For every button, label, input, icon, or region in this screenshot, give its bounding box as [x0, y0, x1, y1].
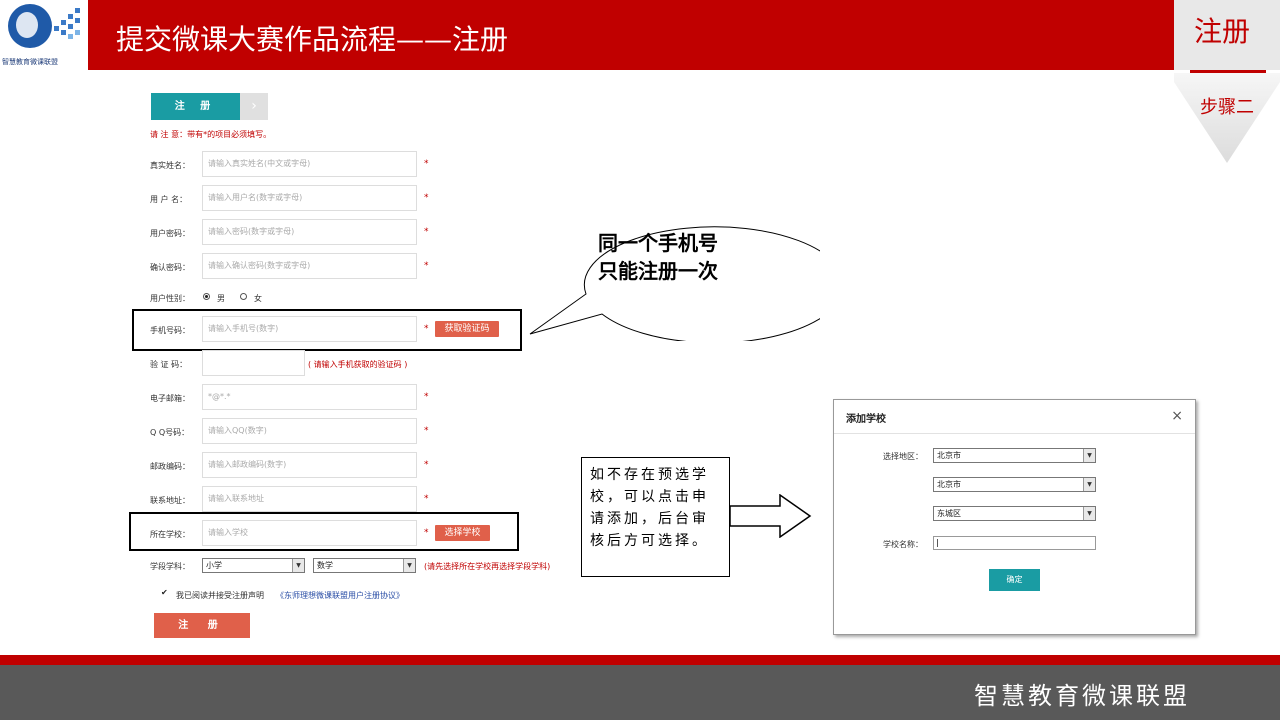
- gender-female-label: 女: [254, 294, 262, 303]
- province-select[interactable]: 北京市 ▼: [933, 448, 1096, 463]
- gender-male-radio[interactable]: [203, 293, 210, 300]
- qq-input[interactable]: 请输入QQ(数字): [202, 418, 417, 444]
- school-highlight-box: [129, 512, 519, 551]
- required-mark: *: [424, 227, 429, 237]
- email-input[interactable]: *@*.*: [202, 384, 417, 410]
- dialog-divider: [834, 433, 1195, 434]
- step-indicator: 注册 步骤二: [1174, 0, 1280, 163]
- close-icon[interactable]: ×: [1171, 408, 1183, 424]
- step-divider: [1190, 70, 1266, 73]
- required-mark: *: [424, 159, 429, 169]
- city-select-value: 北京市: [937, 480, 961, 489]
- subject-select[interactable]: 数学 ▼: [313, 558, 416, 573]
- chevron-down-icon: ▼: [1083, 507, 1095, 520]
- qq-label: Q Q号码：: [150, 428, 190, 437]
- school-name-input[interactable]: |: [933, 536, 1096, 550]
- district-select-value: 东城区: [937, 509, 961, 518]
- agreement-checkbox[interactable]: ✔: [161, 589, 169, 597]
- footer-brand-text: 智慧教育微课联盟: [974, 682, 1190, 710]
- password-label: 用户密码：: [150, 229, 190, 238]
- code-hint: ( 请输入手机获取的验证码 ): [308, 360, 408, 369]
- stage-select-value: 小学: [206, 561, 222, 570]
- speech-bubble-line: 只能注册一次: [598, 259, 718, 283]
- district-select[interactable]: 东城区 ▼: [933, 506, 1096, 521]
- chevron-down-icon: ▼: [292, 559, 304, 572]
- confirm-password-input[interactable]: 请输入确认密码(数字或字母): [202, 253, 417, 279]
- logo-dots-icon: [54, 6, 82, 40]
- region-label: 选择地区：: [883, 452, 923, 461]
- code-input[interactable]: [202, 350, 305, 376]
- username-label: 用 户 名：: [150, 195, 188, 204]
- required-mark: *: [424, 193, 429, 203]
- speech-bubble-line: 同一个手机号: [598, 231, 718, 255]
- footer-red-band: [0, 655, 1280, 665]
- address-label: 联系地址：: [150, 496, 190, 505]
- required-notice: 请 注 意：带有*的项目必须填写。: [150, 130, 272, 139]
- phone-highlight-box: [132, 309, 522, 351]
- agreement-text: 我已阅读并接受注册声明: [176, 591, 264, 600]
- add-school-dialog: 添加学校 × 选择地区： 北京市 ▼ 北京市 ▼ 东城区 ▼ 学校名称： | 确…: [833, 399, 1196, 635]
- code-label: 验 证 码：: [150, 360, 188, 369]
- real-name-label: 真实姓名：: [150, 161, 190, 170]
- required-mark: *: [424, 460, 429, 470]
- slide: 智慧教育微课联盟 提交微课大赛作品流程——注册 注册 步骤二 注 册 › 请 注…: [0, 0, 1280, 720]
- gender-female-radio[interactable]: [240, 293, 247, 300]
- confirm-button[interactable]: 确定: [989, 569, 1040, 591]
- step-subtitle: 步骤二: [1200, 97, 1254, 118]
- required-mark: *: [424, 426, 429, 436]
- tab-register[interactable]: 注 册: [151, 93, 240, 120]
- stage-select[interactable]: 小学 ▼: [202, 558, 305, 573]
- speech-bubble-text: 同一个手机号 只能注册一次: [598, 229, 718, 285]
- chevron-down-icon: ▼: [1083, 478, 1095, 491]
- confirm-password-label: 确认密码：: [150, 263, 190, 272]
- tab-next-arrow-icon[interactable]: ›: [240, 93, 268, 120]
- subject-select-value: 数学: [317, 561, 333, 570]
- callout-line: 请添加，后台审: [590, 511, 709, 527]
- step-title: 注册: [1193, 15, 1250, 48]
- chevron-down-icon: ▼: [1083, 449, 1095, 462]
- callout-note: 如不存在预选学 校，可以点击申 请添加，后台审 核后方可选择。: [581, 457, 730, 577]
- gender-male-label: 男: [217, 294, 225, 303]
- page-title: 提交微课大赛作品流程——注册: [116, 23, 509, 56]
- address-input[interactable]: 请输入联系地址: [202, 486, 417, 512]
- subject-label: 学段学科：: [150, 562, 190, 571]
- logo: 智慧教育微课联盟: [0, 0, 88, 70]
- real-name-input[interactable]: 请输入真实姓名(中文或字母): [202, 151, 417, 177]
- postcode-label: 邮政编码：: [150, 462, 190, 471]
- required-mark: *: [424, 392, 429, 402]
- agreement-link[interactable]: 《东师理想微课联盟用户注册协议》: [276, 590, 404, 601]
- logo-text: 智慧教育微课联盟: [2, 58, 58, 66]
- callout-line: 校，可以点击申: [590, 489, 709, 505]
- school-name-label: 学校名称：: [883, 540, 923, 549]
- logo-inner-icon: [16, 12, 38, 38]
- callout-line: 如不存在预选学: [590, 467, 709, 483]
- callout-line: 核后方可选择。: [590, 533, 709, 549]
- province-select-value: 北京市: [937, 451, 961, 460]
- subject-hint: (请先选择所在学校再选择学段学科): [424, 562, 551, 571]
- password-input[interactable]: 请输入密码(数字或字母): [202, 219, 417, 245]
- email-label: 电子邮箱：: [150, 394, 190, 403]
- gender-label: 用户性别：: [150, 294, 190, 303]
- required-mark: *: [424, 261, 429, 271]
- required-mark: *: [424, 494, 429, 504]
- username-input[interactable]: 请输入用户名(数字或字母): [202, 185, 417, 211]
- postcode-input[interactable]: 请输入邮政编码(数字): [202, 452, 417, 478]
- city-select[interactable]: 北京市 ▼: [933, 477, 1096, 492]
- dialog-title: 添加学校: [846, 414, 886, 425]
- right-arrow-icon: [729, 494, 812, 538]
- register-submit-button[interactable]: 注 册: [154, 613, 250, 638]
- chevron-down-icon: ▼: [403, 559, 415, 572]
